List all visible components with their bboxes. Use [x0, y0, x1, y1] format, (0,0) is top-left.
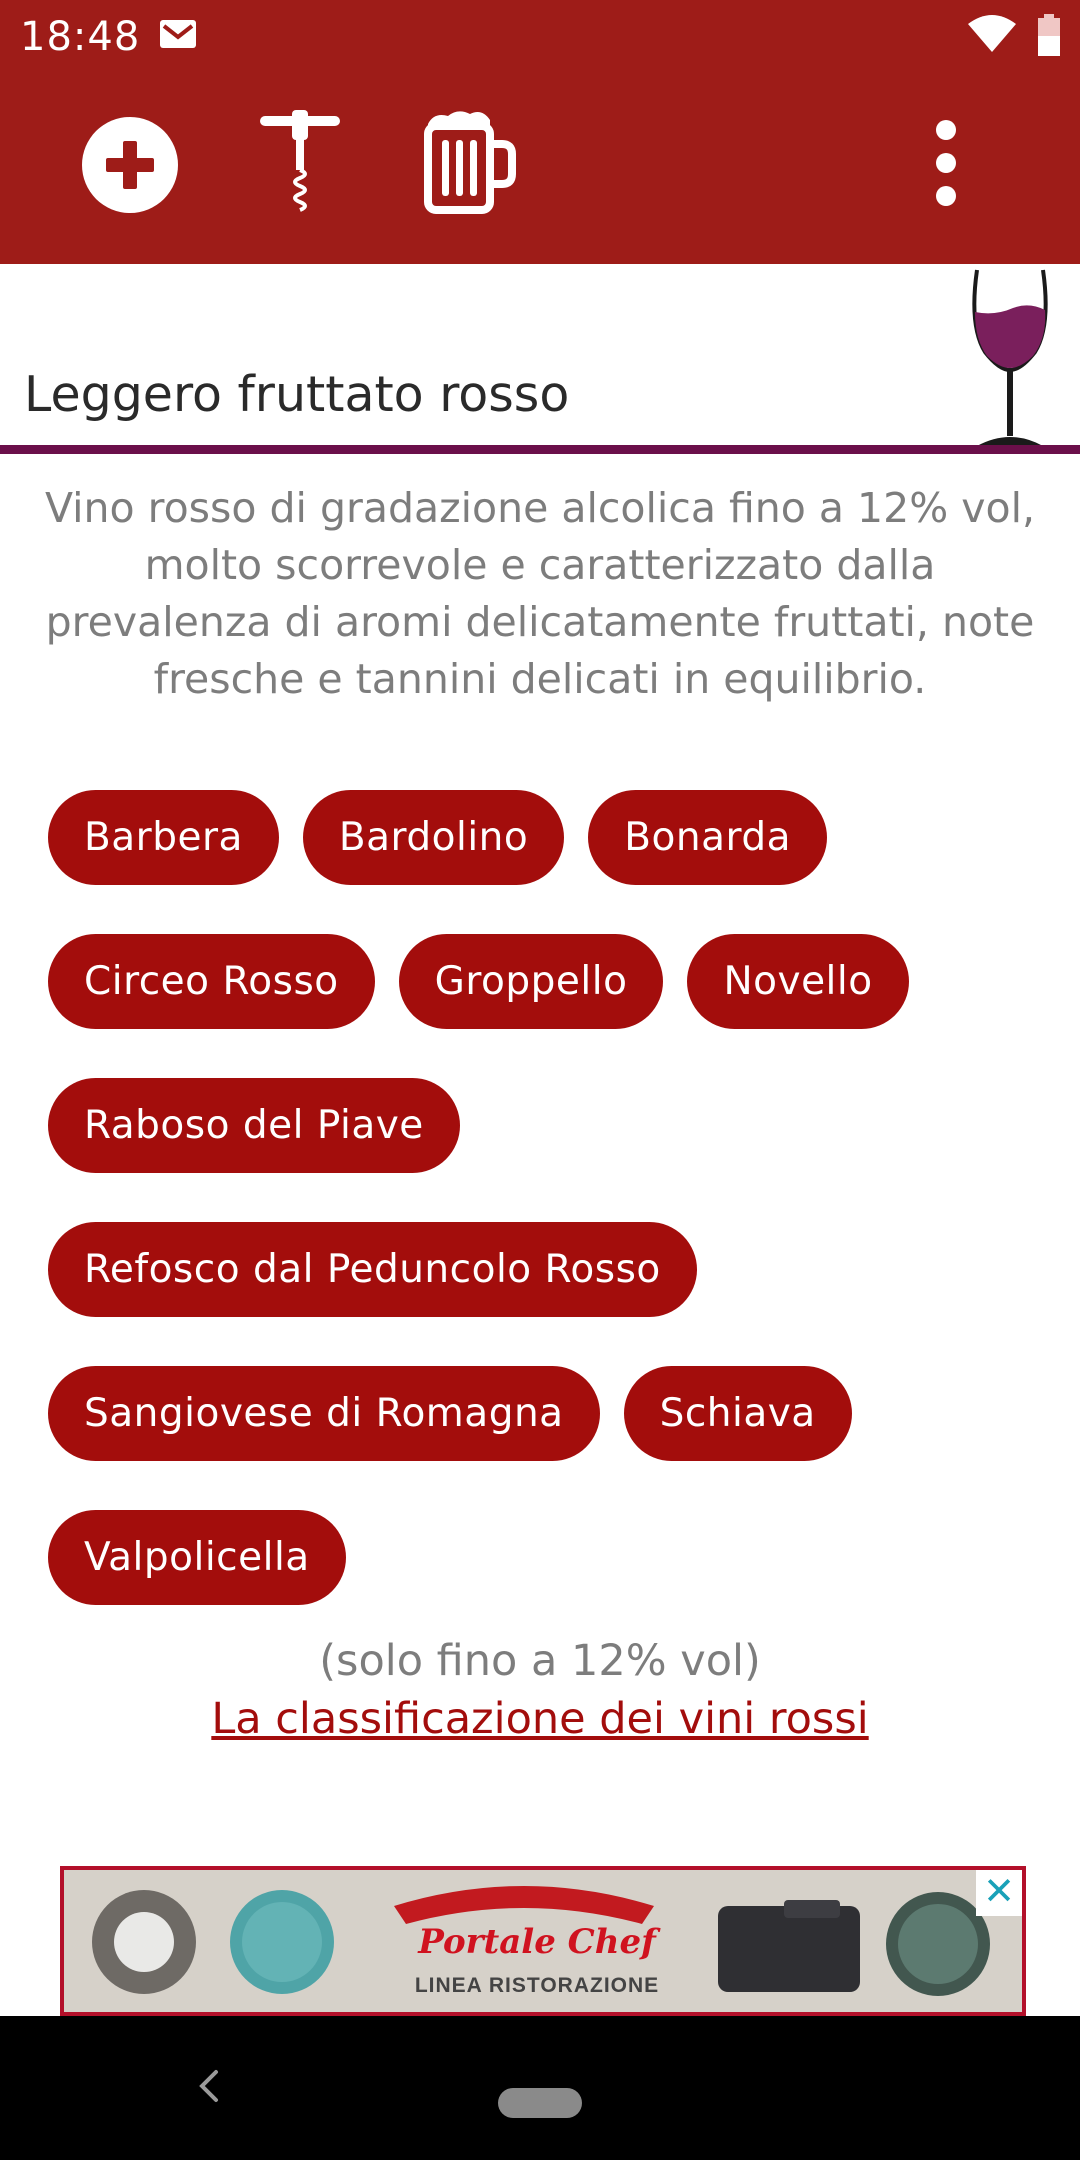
classification-link[interactable]: La classificazione dei vini rossi [0, 1694, 1080, 1744]
wine-chip[interactable]: Refosco dal Peduncolo Rosso [48, 1222, 697, 1317]
system-nav-bar [0, 2016, 1080, 2160]
status-time: 18:48 [20, 14, 141, 60]
wine-chip[interactable]: Raboso del Piave [48, 1078, 460, 1173]
wine-glass-icon [972, 269, 1048, 446]
ad-banner[interactable]: Portale Chef LINEA RISTORAZIONE ✕ [60, 1866, 1026, 2016]
category-title: Leggero fruttato rosso [24, 366, 570, 423]
category-header: Leggero fruttato rosso [0, 264, 1080, 446]
more-vertical-icon[interactable] [920, 118, 972, 208]
wine-chip[interactable]: Valpolicella [48, 1510, 346, 1605]
wine-chip-list: Barbera Bardolino Bonarda Circeo Rosso G… [48, 790, 1048, 1654]
beer-mug-icon[interactable] [418, 110, 518, 214]
wine-chip[interactable]: Barbera [48, 790, 279, 885]
gmail-icon [160, 20, 196, 48]
wine-chip[interactable]: Novello [687, 934, 909, 1029]
back-icon[interactable] [190, 2066, 230, 2106]
wine-chip[interactable]: Sangiovese di Romagna [48, 1366, 600, 1461]
category-underline [0, 445, 1080, 454]
ad-close-icon[interactable]: ✕ [976, 1870, 1022, 1916]
wine-chip[interactable]: Schiava [623, 1366, 852, 1461]
wine-chip[interactable]: Circeo Rosso [48, 934, 375, 1029]
wine-chip[interactable]: Bonarda [588, 790, 827, 885]
app-bar: 18:48 [0, 0, 1080, 264]
wine-chip[interactable]: Groppello [398, 934, 664, 1029]
add-circle-icon[interactable] [80, 115, 180, 215]
alcohol-note: (solo fino a 12% vol) [319, 1636, 761, 1686]
ad-tagline: LINEA RISTORAZIONE [414, 1974, 660, 1997]
corkscrew-icon[interactable] [258, 110, 342, 214]
home-pill[interactable] [498, 2088, 582, 2118]
ad-brand: Portale Chef [418, 1922, 656, 1962]
category-description: Vino rosso di gradazione alcolica fino a… [44, 484, 1035, 703]
wine-chip[interactable]: Bardolino [302, 790, 565, 885]
wifi-icon [968, 15, 1016, 52]
battery-icon [1038, 14, 1060, 56]
